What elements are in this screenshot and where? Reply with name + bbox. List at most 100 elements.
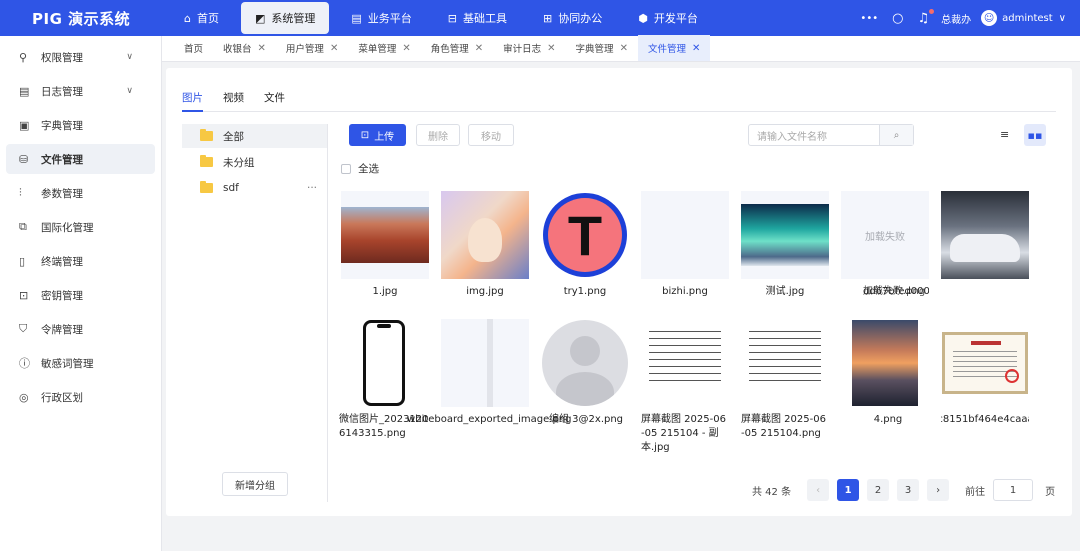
next-page-button[interactable]: › <box>927 479 950 501</box>
tab-videos[interactable]: 视频 <box>223 90 244 111</box>
goto-page-input[interactable]: 1 <box>993 479 1034 501</box>
sidebar: ⚲ 权限管理 ∨ ▤ 日志管理 ∨ ▣ 字典管理 ⛁ 文件管理 ⫶ 参数管理 ⧉ 国际化管理 ▯… <box>0 36 162 551</box>
tab-label: 首页 <box>184 44 204 55</box>
folder-ungrouped[interactable]: 未分组 <box>182 150 327 174</box>
file-card[interactable]: 编组 3@2x.png <box>541 319 629 427</box>
file-card[interactable]: 屏幕截图 2025-06-05 215104.png <box>741 319 829 441</box>
sidebar-item-terminal[interactable]: ▯ 终端管理 <box>6 246 155 276</box>
tab-file[interactable]: 文件管理 ✕ <box>637 35 711 61</box>
tab-files[interactable]: 文件 <box>264 90 285 111</box>
close-icon[interactable]: ✕ <box>402 43 410 54</box>
sidebar-item-label: 令牌管理 <box>41 323 83 336</box>
close-icon[interactable]: ✕ <box>258 43 266 54</box>
file-card[interactable]: bizhi.png <box>641 191 729 299</box>
tab-label: 角色管理 <box>430 44 469 55</box>
file-card[interactable]: 8c8151bf464e4caaa5de844dd8b7e <box>941 319 1029 427</box>
file-card[interactable] <box>941 191 1029 285</box>
system-icon: ◩ <box>254 11 266 25</box>
file-card[interactable]: 加载失败 dd67bfed0000b2730ddd67cf98d5b1cc加载失… <box>841 191 929 299</box>
select-all-checkbox[interactable]: 全选 <box>341 161 379 176</box>
top-bar: PIG 演示系统 ⌂ 首页 ◩ 系统管理 ▤ 业务平台 ⊟ 基础工具 ⊞ 协同办公 ⬢ 开发… <box>0 0 1080 36</box>
list-view-icon[interactable]: ≡ <box>1000 128 1009 141</box>
info-icon: ⓘ <box>19 357 30 370</box>
close-icon[interactable]: ✕ <box>547 43 555 54</box>
sidebar-item-label: 文件管理 <box>41 153 83 166</box>
sidebar-item-dict[interactable]: ▣ 字典管理 <box>6 110 155 140</box>
prev-page-button[interactable]: ‹ <box>807 479 830 501</box>
file-name: 屏幕截图 2025-06-05 215104 - 副本.jpg <box>641 414 726 453</box>
more-icon[interactable]: ··· <box>307 182 317 194</box>
search-icon[interactable]: ⌕ <box>879 125 913 145</box>
office-icon: ⊞ <box>543 11 553 25</box>
chevron-down-icon: ∨ <box>126 86 133 96</box>
file-card[interactable]: 4.png <box>841 319 929 427</box>
sidebar-item-token[interactable]: ⛉ 令牌管理 <box>6 314 155 344</box>
tab-role[interactable]: 角色管理 ✕ <box>421 35 493 61</box>
page-unit-label: 页 <box>1045 486 1056 498</box>
topnav-system[interactable]: ◩ 系统管理 <box>240 2 330 34</box>
grid-view-icon[interactable]: ▪▪ <box>1024 124 1046 146</box>
topnav-tools[interactable]: ⊟ 基础工具 <box>434 2 521 34</box>
topnav-label: 基础工具 <box>463 12 508 25</box>
sidebar-item-file[interactable]: ⛁ 文件管理 <box>6 144 155 174</box>
sidebar-item-key[interactable]: ⊡ 密钥管理 <box>6 280 155 310</box>
topnav-home[interactable]: ⌂ 首页 <box>170 2 233 34</box>
tab-images[interactable]: 图片 <box>182 90 203 112</box>
file-thumbnail <box>441 319 529 407</box>
topnav-dev[interactable]: ⬢ 开发平台 <box>624 2 712 34</box>
tab-menu[interactable]: 菜单管理 ✕ <box>348 35 420 61</box>
topnav-office[interactable]: ⊞ 协同办公 <box>529 2 616 34</box>
tab-cashier[interactable]: 收银台 ✕ <box>213 35 276 61</box>
tab-user[interactable]: 用户管理 ✕ <box>276 35 348 61</box>
file-thumbnail <box>941 191 1029 279</box>
move-button[interactable]: 移动 <box>468 124 514 146</box>
sidebar-item-region[interactable]: ◎ 行政区划 <box>6 382 155 412</box>
upload-button[interactable]: ⊡ 上传 <box>349 124 406 146</box>
folder-label: 未分组 <box>223 156 255 169</box>
folder-all[interactable]: 全部 <box>182 124 327 148</box>
tab-home[interactable]: 首页 <box>174 35 213 61</box>
bell-icon[interactable]: ♫ <box>917 11 929 26</box>
sidebar-item-sensitive[interactable]: ⓘ 敏感词管理 <box>6 348 155 378</box>
file-card[interactable]: 屏幕截图 2025-06-05 215104 - 副本.jpg <box>641 319 729 455</box>
close-icon[interactable]: ✕ <box>620 43 628 54</box>
file-card[interactable]: T try1.png <box>541 191 629 299</box>
file-card[interactable]: 1.jpg <box>341 191 429 299</box>
folder-label: sdf <box>223 182 239 194</box>
checkbox[interactable] <box>341 163 351 174</box>
tenant-name[interactable]: 总裁办 <box>941 11 971 26</box>
delete-button[interactable]: 删除 <box>416 124 460 146</box>
add-group-button[interactable]: 新增分组 <box>222 472 288 496</box>
user-menu[interactable]: ☺ admintest ∨ <box>981 10 1066 26</box>
sidebar-item-log[interactable]: ▤ 日志管理 ∨ <box>6 76 155 106</box>
page-2-button[interactable]: 2 <box>867 479 890 501</box>
page-1-button[interactable]: 1 <box>837 479 860 501</box>
file-card[interactable]: whiteboard_exported_image.png <box>407 319 572 427</box>
file-storage-icon: ⛁ <box>19 152 29 166</box>
sidebar-item-permission[interactable]: ⚲ 权限管理 ∨ <box>6 42 155 72</box>
page-3-button[interactable]: 3 <box>897 479 920 501</box>
app-logo[interactable]: PIG 演示系统 <box>0 8 162 29</box>
search-input[interactable]: 请输入文件名称 ⌕ <box>748 124 914 146</box>
close-icon[interactable]: ✕ <box>475 43 483 54</box>
topnav-business[interactable]: ▤ 业务平台 <box>337 2 425 34</box>
tab-dict[interactable]: 字典管理 ✕ <box>566 35 638 61</box>
media-type-tabs: 图片 视频 文件 <box>182 90 1056 112</box>
sidebar-item-i18n[interactable]: ⧉ 国际化管理 <box>6 212 155 242</box>
more-icon[interactable]: ••• <box>860 13 878 24</box>
folder-sdf[interactable]: sdf ··· <box>182 176 327 200</box>
file-card[interactable]: 测试.jpg <box>741 191 829 299</box>
tab-label: 审计日志 <box>503 44 542 55</box>
tab-label: 菜单管理 <box>358 44 397 55</box>
topnav-label: 首页 <box>196 12 219 25</box>
tab-audit[interactable]: 审计日志 ✕ <box>493 35 565 61</box>
close-icon[interactable]: ✕ <box>692 43 700 54</box>
search-icon[interactable]: ○ <box>892 11 903 26</box>
file-card[interactable]: img.jpg <box>441 191 529 299</box>
file-thumbnail <box>941 319 1029 407</box>
sidebar-item-label: 密钥管理 <box>41 289 83 302</box>
sidebar-item-param[interactable]: ⫶ 参数管理 <box>6 178 155 208</box>
file-name: whiteboard_exported_image.png <box>407 414 572 425</box>
tab-label: 字典管理 <box>575 44 614 55</box>
close-icon[interactable]: ✕ <box>330 43 338 54</box>
